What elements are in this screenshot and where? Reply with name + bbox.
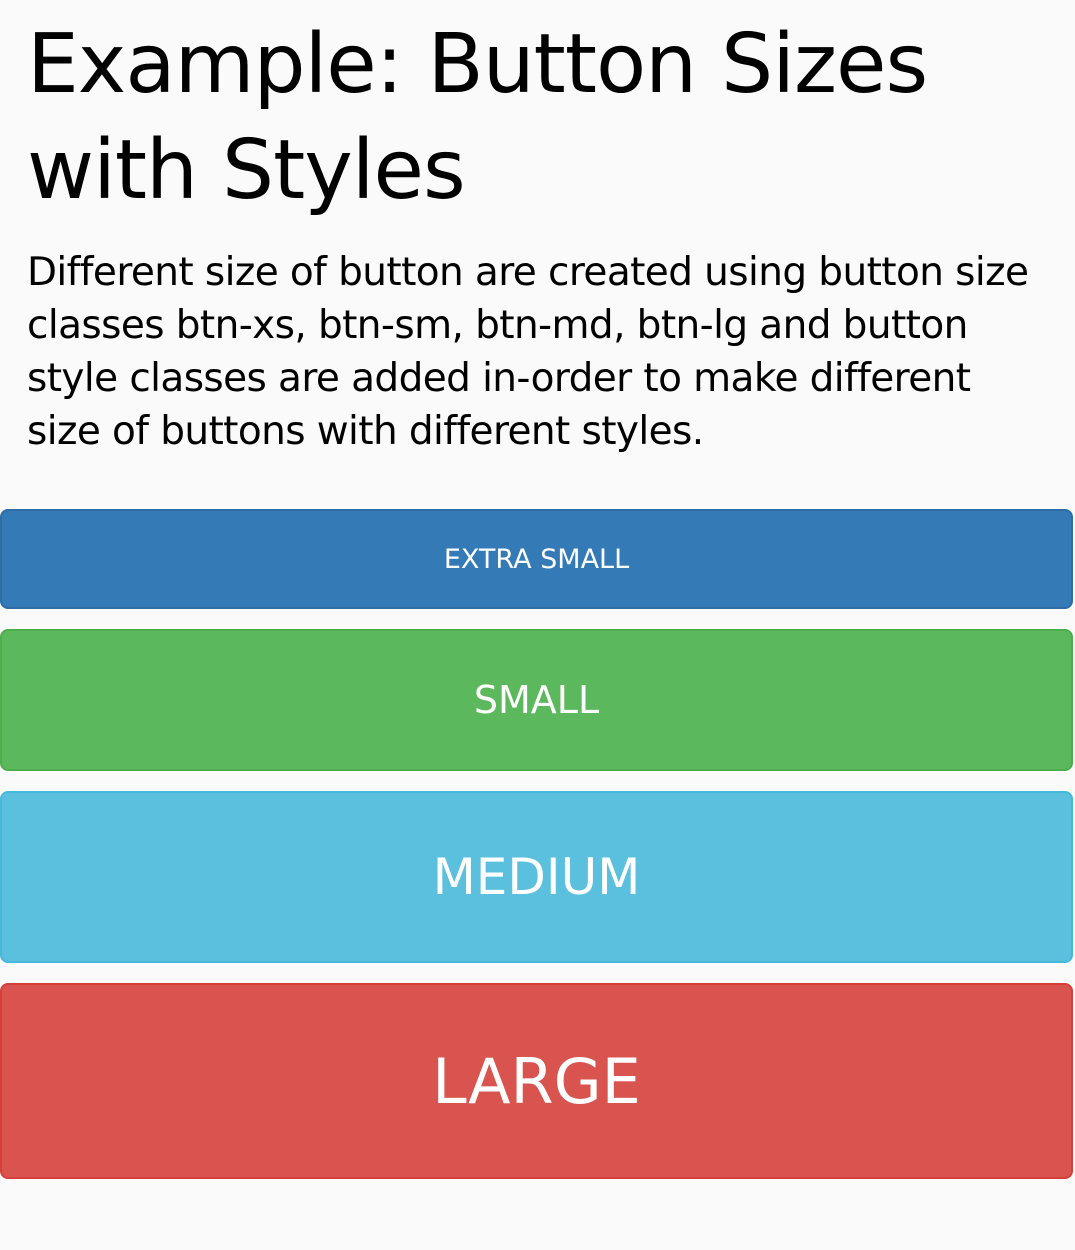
small-button-label: SMALL: [473, 678, 600, 722]
page-title: Example: Button Sizes with Styles: [27, 12, 1067, 224]
page-title-line-1: Example: Button Sizes: [27, 17, 928, 112]
description-line-3: style classes are added in-order to make…: [27, 356, 971, 401]
large-button-label: LARGE: [432, 1044, 641, 1118]
large-button[interactable]: LARGE: [0, 983, 1073, 1179]
description-line-4: size of buttons with different styles.: [27, 409, 704, 454]
extra-small-button-label: EXTRA SMALL: [443, 543, 630, 575]
medium-button-label: MEDIUM: [432, 848, 641, 906]
description-line-1: Different size of button are created usi…: [27, 250, 1029, 295]
description-line-2: classes btn-xs, btn-sm, btn-md, btn-lg a…: [27, 303, 968, 348]
extra-small-button[interactable]: EXTRA SMALL: [0, 509, 1073, 609]
small-button[interactable]: SMALL: [0, 629, 1073, 771]
page-description: Different size of button are created usi…: [27, 246, 1075, 458]
medium-button[interactable]: MEDIUM: [0, 791, 1073, 963]
page-title-line-2: with Styles: [27, 123, 466, 218]
